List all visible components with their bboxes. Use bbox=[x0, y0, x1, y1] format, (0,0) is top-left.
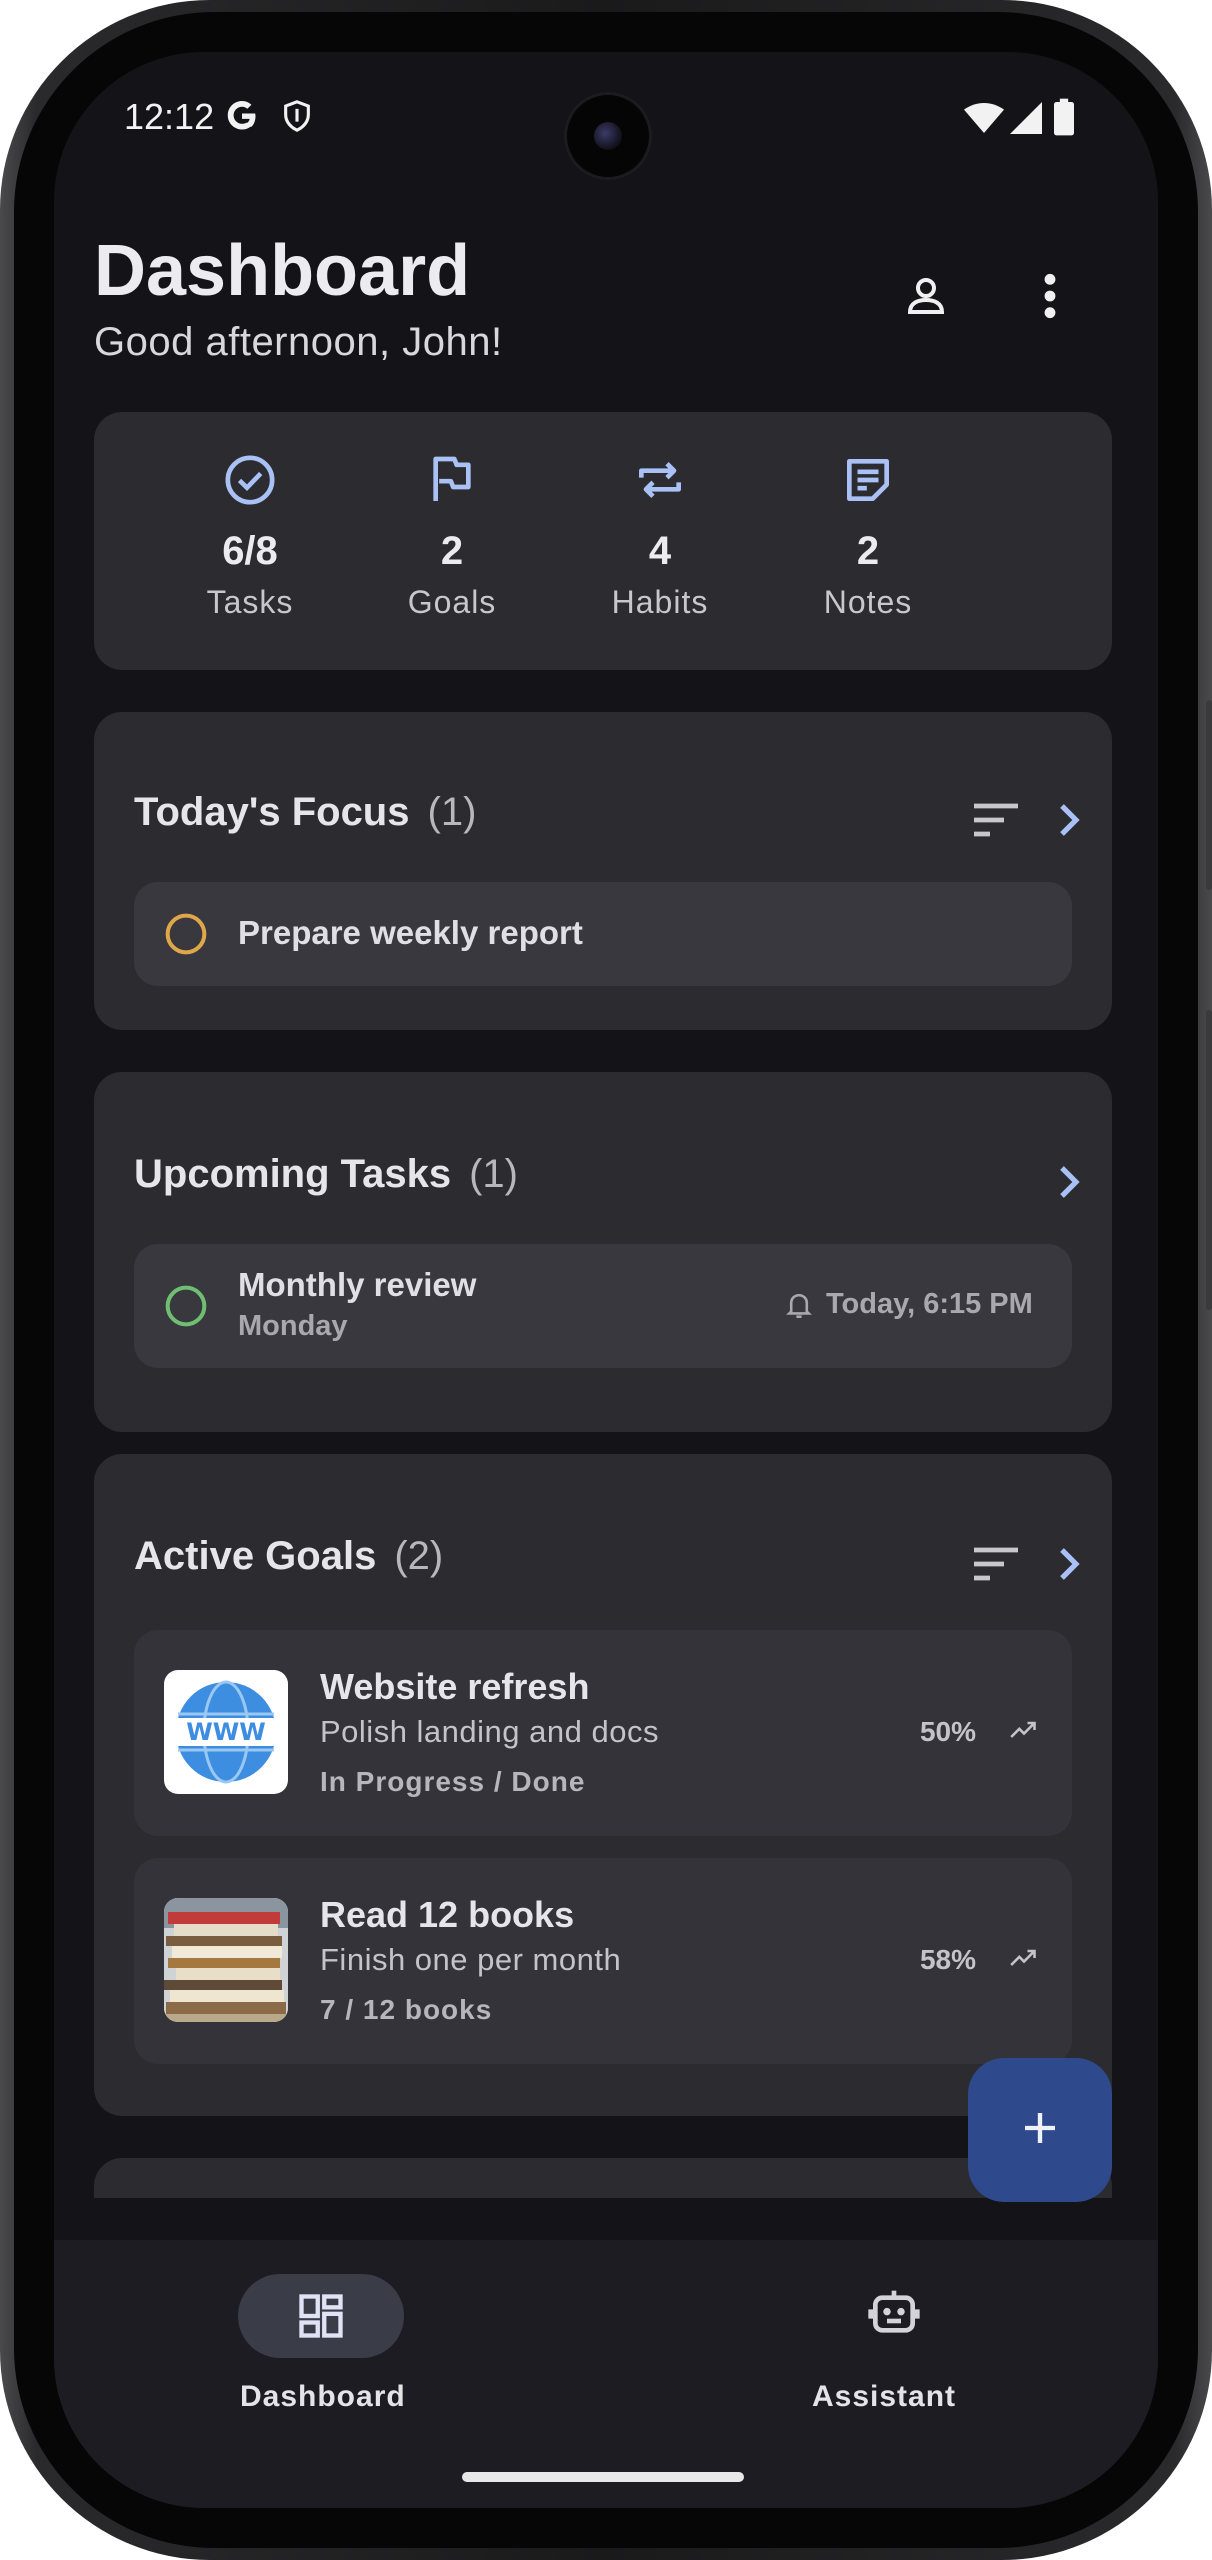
sort-icon bbox=[971, 802, 1021, 843]
stat-label: Tasks bbox=[206, 584, 294, 620]
sort-button[interactable] bbox=[960, 786, 1032, 858]
section-count: (1) bbox=[469, 1152, 518, 1196]
upcoming-open-button[interactable] bbox=[1034, 1148, 1106, 1220]
upcoming-header: Upcoming Tasks (1) bbox=[134, 1152, 518, 1197]
status-time: 12:12 bbox=[124, 96, 215, 137]
sort-icon bbox=[971, 1546, 1021, 1587]
sort-button[interactable] bbox=[960, 1530, 1032, 1602]
battery-icon bbox=[1054, 98, 1074, 141]
task-checkbox[interactable] bbox=[164, 1284, 208, 1333]
goal-title: Read 12 books bbox=[320, 1894, 575, 1935]
stat-value: 2 bbox=[856, 529, 880, 573]
shield-icon bbox=[280, 98, 314, 139]
goal-description: Polish landing and docs bbox=[320, 1714, 659, 1749]
stat-label: Goals bbox=[407, 584, 497, 620]
section-title: Today's Focus bbox=[134, 790, 410, 834]
stats-card: 6/8 Tasks 2 Goals 4 Habits 2 Notes bbox=[94, 412, 1112, 670]
nav-label-assistant[interactable]: Assistant bbox=[812, 2380, 956, 2414]
section-title: Upcoming Tasks bbox=[134, 1152, 452, 1196]
nav-item-assistant[interactable] bbox=[854, 2280, 934, 2360]
task-day: Monday bbox=[238, 1310, 348, 1342]
repeat-icon bbox=[632, 462, 688, 512]
stat-label: Habits bbox=[611, 584, 709, 620]
chevron-right-icon bbox=[1058, 1546, 1082, 1587]
stat-value: 4 bbox=[648, 529, 672, 573]
bell-icon bbox=[786, 1290, 812, 1325]
profile-button[interactable] bbox=[886, 258, 966, 338]
robot-icon bbox=[866, 2286, 922, 2347]
stat-habits[interactable]: 4 Habits bbox=[560, 452, 760, 621]
page-title: Dashboard bbox=[94, 231, 471, 311]
goals-header: Active Goals (2) bbox=[134, 1534, 443, 1579]
nav-item-dashboard[interactable] bbox=[238, 2274, 404, 2358]
plus-icon bbox=[1020, 2108, 1060, 2153]
goal-item-website[interactable]: WWW Website refresh Polish landing and d… bbox=[134, 1630, 1072, 1836]
stat-value: 6/8 bbox=[222, 529, 278, 573]
note-icon bbox=[840, 459, 896, 512]
section-count: (1) bbox=[427, 790, 477, 834]
upcoming-card: Upcoming Tasks (1) Monthly review Monday … bbox=[94, 1072, 1112, 1432]
dashboard-icon bbox=[295, 2290, 347, 2347]
section-count: (2) bbox=[394, 1534, 444, 1578]
goal-progress-text: In Progress / Done bbox=[320, 1766, 586, 1797]
more-vert-icon bbox=[1040, 271, 1060, 326]
greeting-text: Good afternoon, John! bbox=[94, 320, 503, 364]
goal-description: Finish one per month bbox=[320, 1942, 622, 1977]
task-title: Monthly review bbox=[238, 1266, 477, 1303]
stat-goals[interactable]: 2 Goals bbox=[352, 452, 552, 621]
home-indicator[interactable] bbox=[462, 2472, 744, 2482]
trending-up-icon bbox=[1010, 1946, 1038, 1975]
task-title: Prepare weekly report bbox=[238, 914, 583, 951]
thumbnail-label: WWW bbox=[186, 1718, 265, 1746]
goal-title: Website refresh bbox=[320, 1666, 590, 1707]
focus-card: Today's Focus (1) Prepare weekly report bbox=[94, 712, 1112, 1030]
volume-button bbox=[1206, 1010, 1212, 1310]
chevron-right-icon bbox=[1058, 1164, 1082, 1205]
focus-header: Today's Focus (1) bbox=[134, 790, 476, 835]
section-title: Active Goals bbox=[134, 1534, 377, 1578]
books-stack-thumbnail bbox=[164, 1898, 288, 2022]
wifi-icon bbox=[964, 102, 1004, 139]
bottom-navigation: Dashboard Assistant bbox=[54, 2240, 1158, 2508]
task-reminder-time: Today, 6:15 PM bbox=[826, 1288, 1033, 1320]
goal-progress-text: 7 / 12 books bbox=[320, 1994, 493, 2025]
stat-notes[interactable]: 2 Notes bbox=[768, 452, 968, 621]
stat-label: Notes bbox=[823, 584, 913, 620]
add-fab-button[interactable] bbox=[968, 2058, 1112, 2202]
google-icon bbox=[224, 98, 260, 139]
stat-value: 2 bbox=[440, 529, 464, 573]
focus-open-button[interactable] bbox=[1034, 786, 1106, 858]
cellular-signal-icon bbox=[1010, 102, 1042, 139]
chevron-right-icon bbox=[1058, 802, 1082, 843]
stat-tasks[interactable]: 6/8 Tasks bbox=[150, 452, 350, 621]
trending-up-icon bbox=[1010, 1718, 1038, 1747]
nav-label-dashboard[interactable]: Dashboard bbox=[240, 2380, 406, 2414]
goals-open-button[interactable] bbox=[1034, 1530, 1106, 1602]
task-checkbox[interactable] bbox=[164, 912, 208, 961]
goals-card: Active Goals (2) WWW Website refresh Pol… bbox=[94, 1454, 1112, 2116]
overflow-menu-button[interactable] bbox=[1010, 258, 1090, 338]
check-circle-icon bbox=[222, 455, 278, 512]
power-button bbox=[1206, 700, 1212, 890]
person-icon bbox=[902, 272, 950, 325]
goal-item-books[interactable]: Read 12 books Finish one per month 7 / 1… bbox=[134, 1858, 1072, 2064]
globe-www-thumbnail: WWW bbox=[164, 1670, 288, 1794]
front-camera bbox=[564, 92, 652, 180]
goal-percent: 50% bbox=[919, 1716, 976, 1747]
goal-percent: 58% bbox=[919, 1944, 976, 1975]
upcoming-task-item[interactable]: Monthly review Monday Today, 6:15 PM bbox=[134, 1244, 1072, 1368]
next-card-partial bbox=[94, 2158, 1112, 2198]
flag-icon bbox=[424, 456, 480, 512]
focus-task-item[interactable]: Prepare weekly report bbox=[134, 882, 1072, 986]
screen: 12:12 Dashboard Good afternoon, John! 6/… bbox=[54, 52, 1158, 2508]
